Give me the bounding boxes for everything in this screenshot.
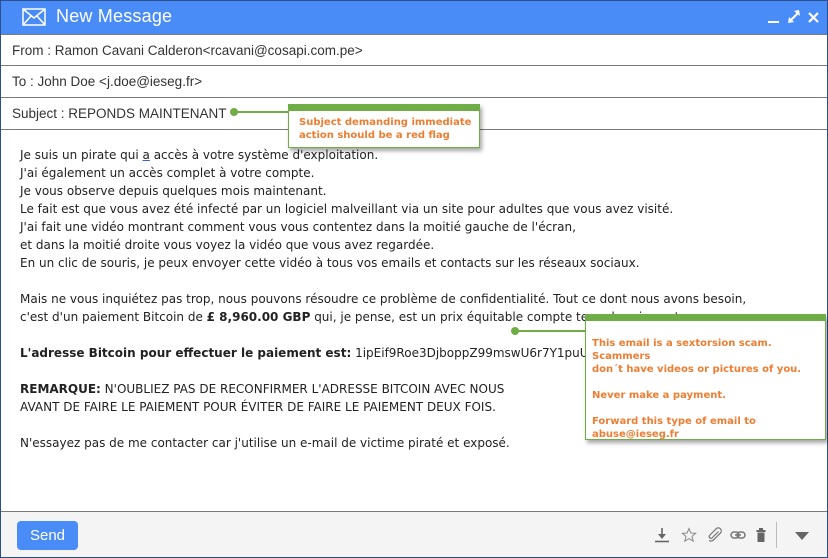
to-value: John Doe <j.doe@ieseg.fr> (37, 74, 203, 89)
body-line: J'ai également un accès complet à votre … (20, 166, 315, 180)
body-line: J'ai fait une vidéo montrant comment vou… (20, 220, 576, 234)
toolbar-divider (776, 522, 777, 548)
envelope-icon (22, 8, 46, 26)
body-line: et dans la moitié droite vous voyez la v… (20, 238, 435, 252)
subject-warning-callout: Subject demanding immediate action shoul… (288, 104, 480, 148)
callout-connector (236, 111, 289, 113)
compose-toolbar: Send (1, 511, 827, 557)
star-icon[interactable] (681, 527, 697, 543)
subject-value: REPONDS MAINTENANT (68, 106, 227, 121)
from-field[interactable]: From : Ramon Cavani Calderon<rcavani@cos… (1, 34, 827, 66)
window-title: New Message (56, 6, 173, 26)
scam-warning-callout: This email is a sextorsion scam. Scammer… (585, 314, 826, 440)
minimize-button[interactable] (767, 9, 781, 25)
compose-window: New Message From : Ramon Cavani Calderon… (0, 0, 828, 558)
download-icon[interactable] (654, 527, 670, 543)
ransom-amount: £ 8,960.00 GBP (206, 310, 311, 324)
subject-label: Subject : (12, 106, 69, 121)
trash-icon[interactable] (753, 527, 769, 543)
close-button[interactable] (807, 9, 821, 25)
from-value: Ramon Cavani Calderon<rcavani@cosapi.com… (54, 43, 363, 58)
to-field[interactable]: To : John Doe <j.doe@ieseg.fr> (1, 66, 827, 98)
send-button[interactable]: Send (17, 521, 78, 550)
paperclip-icon[interactable] (707, 527, 723, 543)
body-line: Je suis un pirate qui a accès à votre sy… (20, 148, 379, 162)
spellcheck-word: a (142, 148, 150, 162)
title-bar: New Message (1, 1, 827, 34)
from-label: From : (12, 43, 55, 58)
body-line: En un clic de souris, je peux envoyer ce… (20, 256, 640, 270)
maximize-button[interactable] (787, 9, 801, 25)
more-dropdown-icon[interactable] (794, 529, 810, 545)
body-line: Le fait est que vous avez été infecté pa… (20, 202, 674, 216)
body-line: Mais ne vous inquiétez pas trop, nous po… (20, 292, 747, 306)
to-label: To : (12, 74, 38, 89)
bitcoin-address: 1ipEif9Roe3DjboppZ99mswU6r7Y1puUi (351, 346, 592, 360)
callout-connector (517, 330, 586, 332)
body-line: Je vous observe depuis quelques mois mai… (20, 184, 327, 198)
link-icon[interactable] (730, 527, 746, 543)
